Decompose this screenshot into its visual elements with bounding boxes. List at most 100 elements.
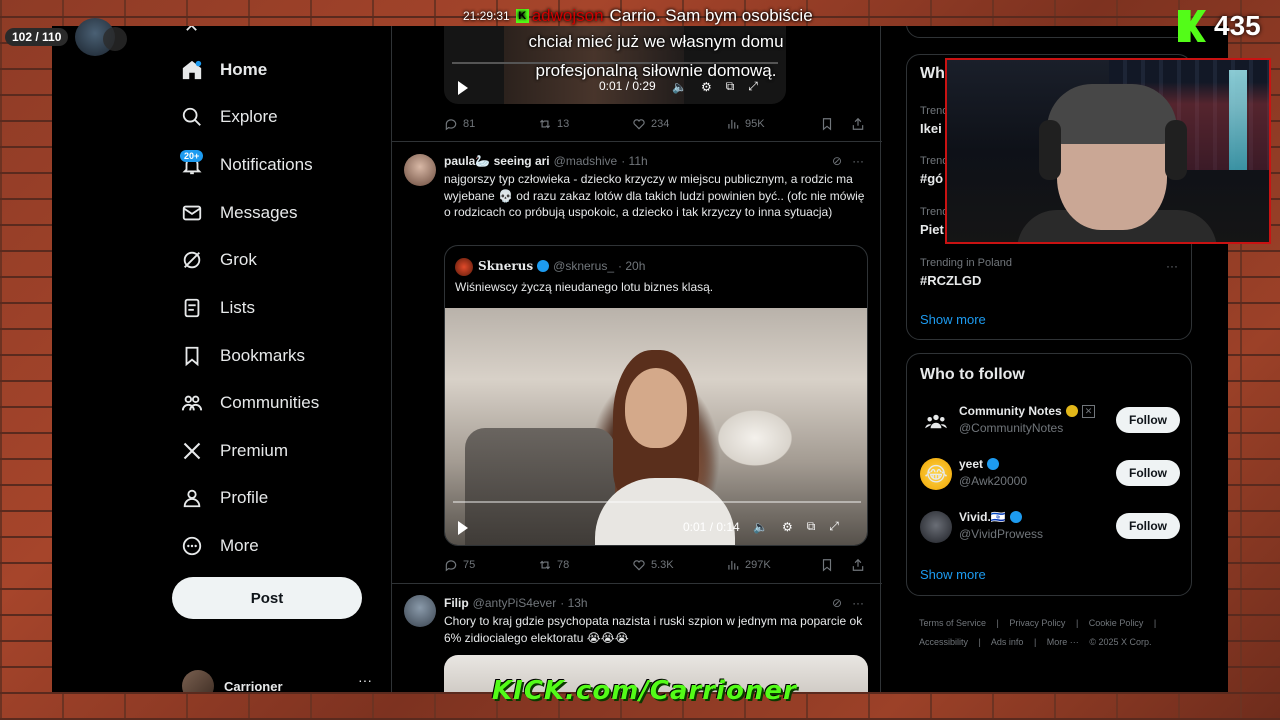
avatar[interactable]: [404, 595, 436, 627]
avatar[interactable]: [920, 511, 952, 543]
avatar[interactable]: [404, 154, 436, 186]
share-actions: [820, 117, 870, 131]
nav-home[interactable]: Home: [172, 50, 372, 90]
mascot-shadow: [103, 27, 127, 51]
account-switcher[interactable]: Carrioner ···: [182, 666, 372, 692]
suggestion-name[interactable]: Vivid.🇮🇱: [959, 510, 1022, 524]
nav-explore-label: Explore: [220, 107, 278, 126]
views-button[interactable]: 297K: [726, 558, 820, 572]
nav-messages[interactable]: Messages: [172, 193, 372, 233]
kick-icon: K: [515, 9, 529, 23]
grok-icon: [180, 248, 204, 272]
bookmark-icon[interactable]: [820, 117, 834, 131]
ellipsis-icon[interactable]: ···: [852, 596, 864, 610]
nav-communities[interactable]: Communities: [172, 383, 372, 423]
trend-item[interactable]: #RCZLGD: [920, 273, 981, 288]
follow-button[interactable]: Follow: [1116, 460, 1180, 486]
trend-item[interactable]: #gó: [920, 171, 943, 186]
notifications-badge: 20+: [180, 150, 204, 162]
who-to-follow-panel: Who to follow Community Notes ✕ @Communi…: [906, 353, 1192, 596]
avatar[interactable]: 😂: [920, 458, 952, 490]
post-button[interactable]: Post: [172, 577, 362, 619]
pip-icon[interactable]: ⧉: [726, 79, 735, 94]
tweet-menu: ⊘ ···: [832, 596, 864, 610]
repost-button[interactable]: 78: [538, 558, 632, 572]
x-logo-icon[interactable]: ✕: [184, 26, 199, 37]
fullscreen-icon[interactable]: ⤢: [829, 519, 839, 534]
tweet-header: paula🦢 seeing ari @madshive · 11h: [444, 154, 648, 168]
reply-button[interactable]: 75: [444, 558, 538, 572]
quote-text: Wiśniewscy życzą nieudanego lotu biznes …: [455, 280, 714, 294]
nav-explore[interactable]: Explore: [172, 97, 372, 137]
nav-profile[interactable]: Profile: [172, 478, 372, 518]
repost-button[interactable]: 13: [538, 117, 632, 131]
author-name[interactable]: Filip: [444, 596, 469, 610]
volume-icon[interactable]: 🔈: [672, 80, 687, 94]
nav-grok[interactable]: Grok: [172, 240, 372, 280]
x-logo-icon: [180, 439, 204, 463]
nav-notifications[interactable]: 20+ Notifications: [172, 145, 372, 185]
ellipsis-icon[interactable]: ···: [1166, 259, 1178, 273]
privacy-link[interactable]: Privacy Policy: [1009, 618, 1065, 628]
panel: [906, 26, 1192, 38]
community-notes-icon[interactable]: [920, 405, 952, 437]
trend-item[interactable]: Ikei: [920, 121, 942, 136]
cookie-link[interactable]: Cookie Policy: [1089, 618, 1144, 628]
views-icon: [728, 560, 739, 570]
settings-icon[interactable]: ⚙: [782, 520, 793, 534]
nav-more[interactable]: More: [172, 526, 372, 566]
author-handle[interactable]: @antyPiS4ever: [473, 596, 557, 610]
author-name[interactable]: paula🦢 seeing ari: [444, 154, 550, 168]
play-icon[interactable]: [458, 81, 468, 95]
quote-time: · 20h: [618, 259, 646, 273]
quote-video[interactable]: 0:01 / 0:14 🔈 ⚙ ⧉ ⤢: [445, 308, 867, 545]
tweet-actions: 81 13 234 95K: [444, 114, 870, 134]
terms-link[interactable]: Terms of Service: [919, 618, 986, 628]
quoted-tweet[interactable]: Sknerus @sknerus_ · 20h Wiśniewscy życzą…: [444, 245, 868, 546]
pip-icon[interactable]: ⧉: [807, 519, 816, 534]
suggestion-name[interactable]: yeet: [959, 457, 1000, 471]
ellipsis-icon[interactable]: ···: [358, 672, 372, 688]
tweet-time[interactable]: · 11h: [621, 154, 647, 168]
views-button[interactable]: 95K: [726, 117, 820, 131]
verified-badge-icon: [537, 260, 550, 272]
bookmark-icon[interactable]: [820, 558, 834, 572]
suggestion-name[interactable]: Community Notes ✕: [959, 404, 1096, 418]
tweet-time[interactable]: · 13h: [560, 596, 587, 610]
grok-icon[interactable]: ⊘: [832, 596, 842, 610]
show-more-link[interactable]: Show more: [920, 567, 986, 582]
grok-icon[interactable]: ⊘: [832, 154, 842, 168]
fullscreen-icon[interactable]: ⤢: [748, 79, 758, 94]
heart-icon: [633, 560, 645, 571]
person-icon: [180, 486, 204, 510]
share-icon[interactable]: [851, 558, 865, 572]
nav-premium[interactable]: Premium: [172, 431, 372, 471]
play-icon[interactable]: [458, 521, 468, 535]
nav-bookmarks[interactable]: Bookmarks: [172, 336, 372, 376]
follow-button[interactable]: Follow: [1116, 513, 1180, 539]
ellipsis-icon[interactable]: ···: [852, 154, 864, 168]
volume-icon[interactable]: 🔈: [753, 520, 768, 534]
suggestion-handle[interactable]: @CommunityNotes: [959, 421, 1063, 435]
viewer-counter: 102 / 110: [5, 28, 69, 46]
like-button[interactable]: 5.3K: [632, 558, 726, 572]
trend-item[interactable]: Piet: [920, 222, 944, 237]
video-time: 0:01 / 0:29: [599, 79, 656, 93]
more-link[interactable]: More ···: [1047, 637, 1079, 647]
suggestion-handle[interactable]: @Awk20000: [959, 474, 1027, 488]
suggestion-handle[interactable]: @VividProwess: [959, 527, 1043, 541]
show-more-link[interactable]: Show more: [920, 312, 986, 327]
nav-notifications-label: Notifications: [220, 155, 313, 174]
follow-button[interactable]: Follow: [1116, 407, 1180, 433]
ads-info-link[interactable]: Ads info: [991, 637, 1024, 647]
like-button[interactable]: 234: [632, 117, 726, 131]
accessibility-link[interactable]: Accessibility: [919, 637, 968, 647]
footer-separator: |: [1153, 618, 1157, 628]
verified-badge-icon: [1065, 405, 1078, 417]
reply-button[interactable]: 81: [444, 117, 538, 131]
nav-lists[interactable]: Lists: [172, 288, 372, 328]
author-handle[interactable]: @madshive: [554, 154, 618, 168]
share-icon[interactable]: [851, 117, 865, 131]
settings-icon[interactable]: ⚙: [701, 80, 712, 94]
video-progress-track[interactable]: [453, 501, 861, 503]
